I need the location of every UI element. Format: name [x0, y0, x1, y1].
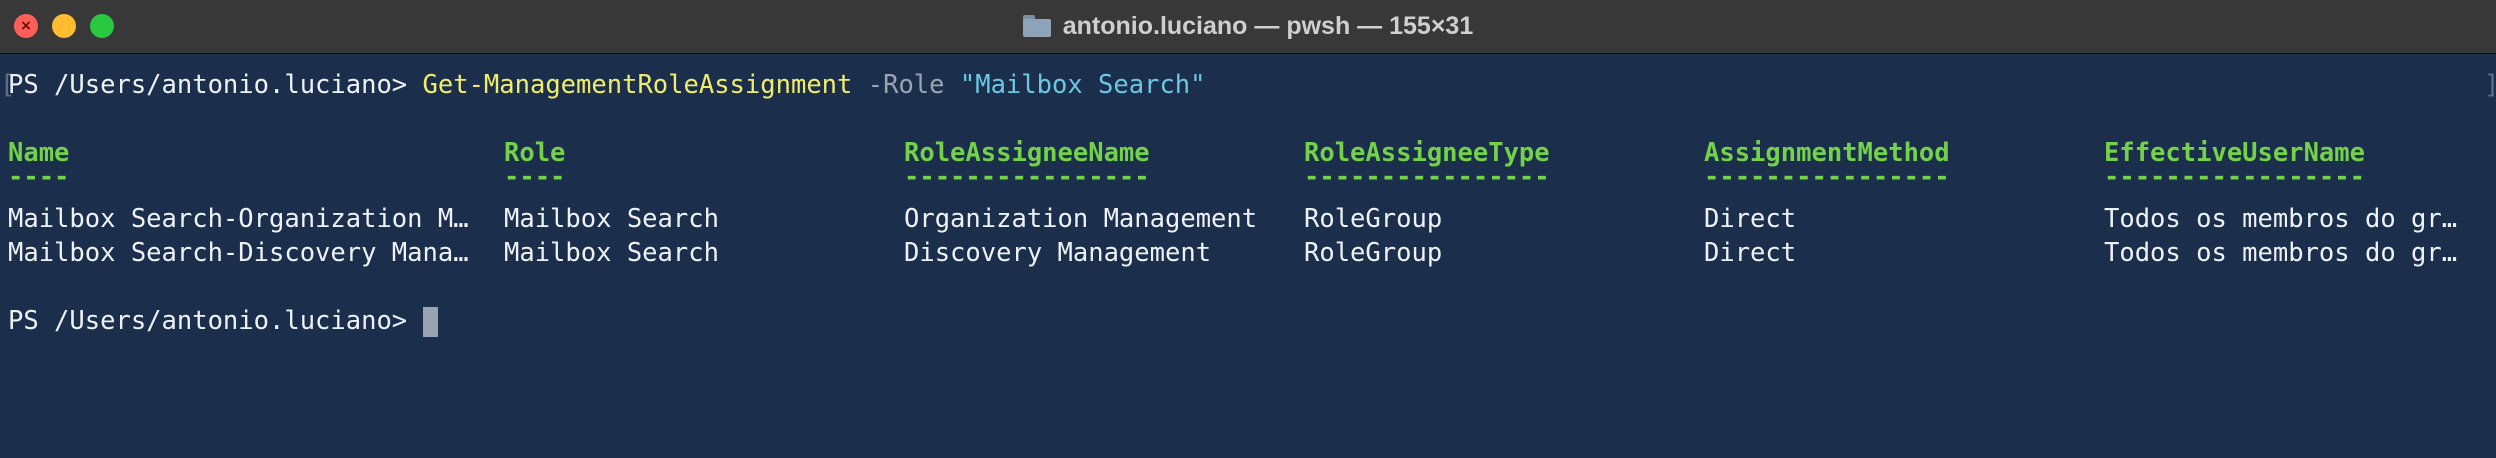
table-row-1-role: Mailbox Search — [504, 204, 719, 234]
final-prompt-line[interactable]: PS /Users/antonio.luciano> — [8, 304, 438, 338]
table-row-2-name: Mailbox Search-Discovery Mana… — [8, 238, 469, 268]
window-title-area: antonio.luciano — pwsh — 155×31 — [0, 0, 2496, 52]
table-row-1-effective-user: Todos os membros do gr… — [2104, 204, 2458, 234]
window-title: antonio.luciano — pwsh — 155×31 — [1062, 11, 1474, 40]
title-bar: × antonio.luciano — pwsh — 155×31 — [0, 0, 2496, 54]
separator-role-assignee-name: ---------------- — [904, 162, 1150, 192]
terminal-content[interactable]: [ ] PS /Users/antonio.luciano> Get-Manag… — [0, 54, 2496, 458]
separator-role: ---- — [504, 162, 566, 192]
selection-bracket-right: ] — [2484, 68, 2496, 102]
table-row-2-assignee-type: RoleGroup — [1304, 238, 1443, 268]
separator-name: ---- — [8, 162, 70, 192]
cmdlet-text: Get-ManagementRoleAssignment — [422, 70, 853, 100]
separator-assignment-method: ---------------- — [1704, 162, 1950, 192]
table-row-2-role: Mailbox Search — [504, 238, 719, 268]
terminal-window: × antonio.luciano — pwsh — 155×31 [ ] PS… — [0, 0, 2496, 458]
separator-role-assignee-type: ---------------- — [1304, 162, 1550, 192]
table-row-1-assignment-method: Direct — [1704, 204, 1797, 234]
table-row-2-assignment-method: Direct — [1704, 238, 1797, 268]
parameter-value-text: "Mailbox Search" — [959, 70, 1206, 100]
table-row-2-effective-user: Todos os membros do gr… — [2104, 238, 2458, 268]
table-row-1-name: Mailbox Search-Organization M… — [8, 204, 469, 234]
folder-icon — [1022, 15, 1051, 37]
table-row-1-assignee-name: Organization Management — [904, 204, 1258, 234]
separator-effective-user-name: ----------------- — [2104, 162, 2365, 192]
table-row-2-assignee-name: Discovery Management — [904, 238, 1212, 268]
final-prompt: PS /Users/antonio.luciano> — [8, 306, 423, 336]
prompt: PS /Users/antonio.luciano> — [8, 70, 423, 100]
parameter-text: -Role — [852, 70, 960, 100]
text-cursor — [422, 307, 438, 337]
table-row-1-assignee-type: RoleGroup — [1304, 204, 1443, 234]
command-line: PS /Users/antonio.luciano> Get-Managemen… — [8, 68, 1206, 102]
